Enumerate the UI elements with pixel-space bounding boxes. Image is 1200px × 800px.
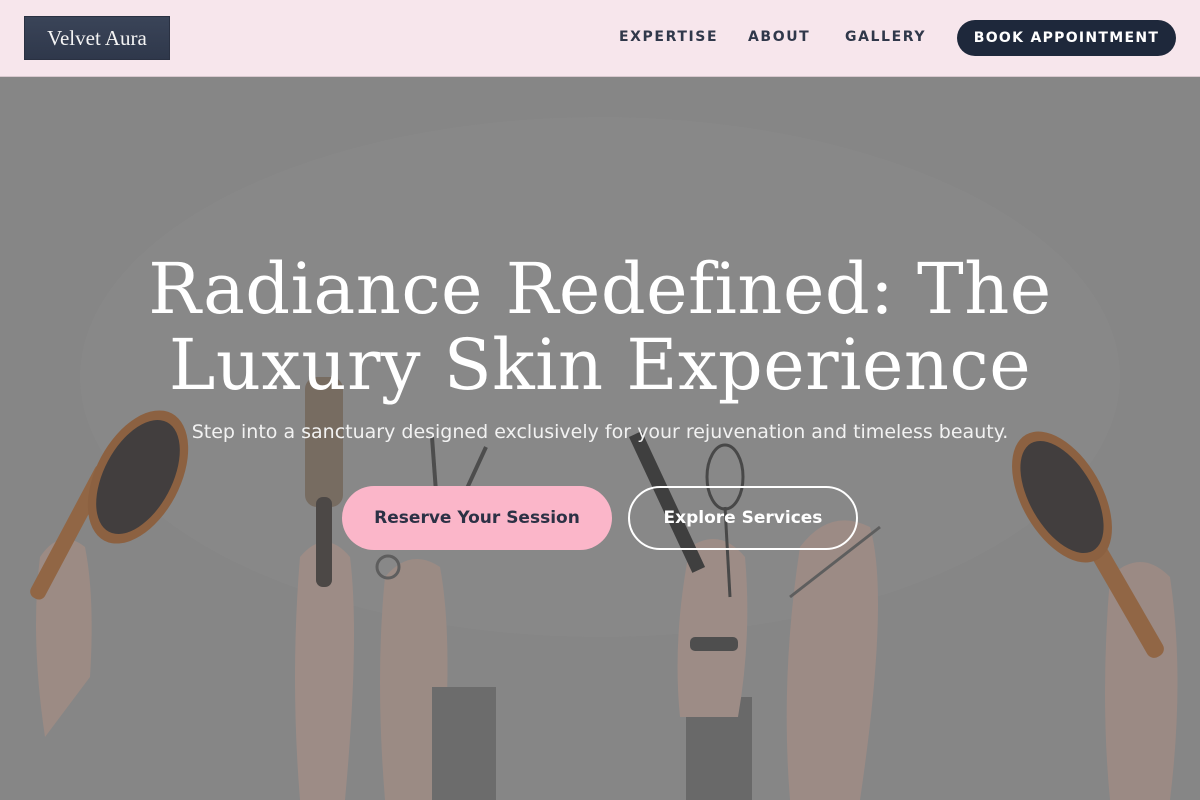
- reserve-session-button[interactable]: Reserve Your Session: [342, 486, 612, 550]
- nav-link-gallery[interactable]: GALLERY: [845, 29, 926, 47]
- hero-subtitle: Step into a sanctuary designed exclusive…: [191, 421, 1009, 443]
- nav-link-expertise[interactable]: EXPERTISE: [619, 29, 718, 47]
- nav-link-about[interactable]: ABOUT: [748, 29, 810, 47]
- hero-title: Radiance Redefined: The Luxury Skin Expe…: [148, 248, 1052, 406]
- top-navigation: Velvet Aura EXPERTISE ABOUT GALLERY BOOK…: [0, 0, 1200, 77]
- book-appointment-button[interactable]: BOOK APPOINTMENT: [957, 20, 1176, 56]
- brand-logo[interactable]: Velvet Aura: [24, 16, 170, 60]
- hero-section: Radiance Redefined: The Luxury Skin Expe…: [0, 77, 1200, 800]
- explore-services-button[interactable]: Explore Services: [628, 486, 858, 550]
